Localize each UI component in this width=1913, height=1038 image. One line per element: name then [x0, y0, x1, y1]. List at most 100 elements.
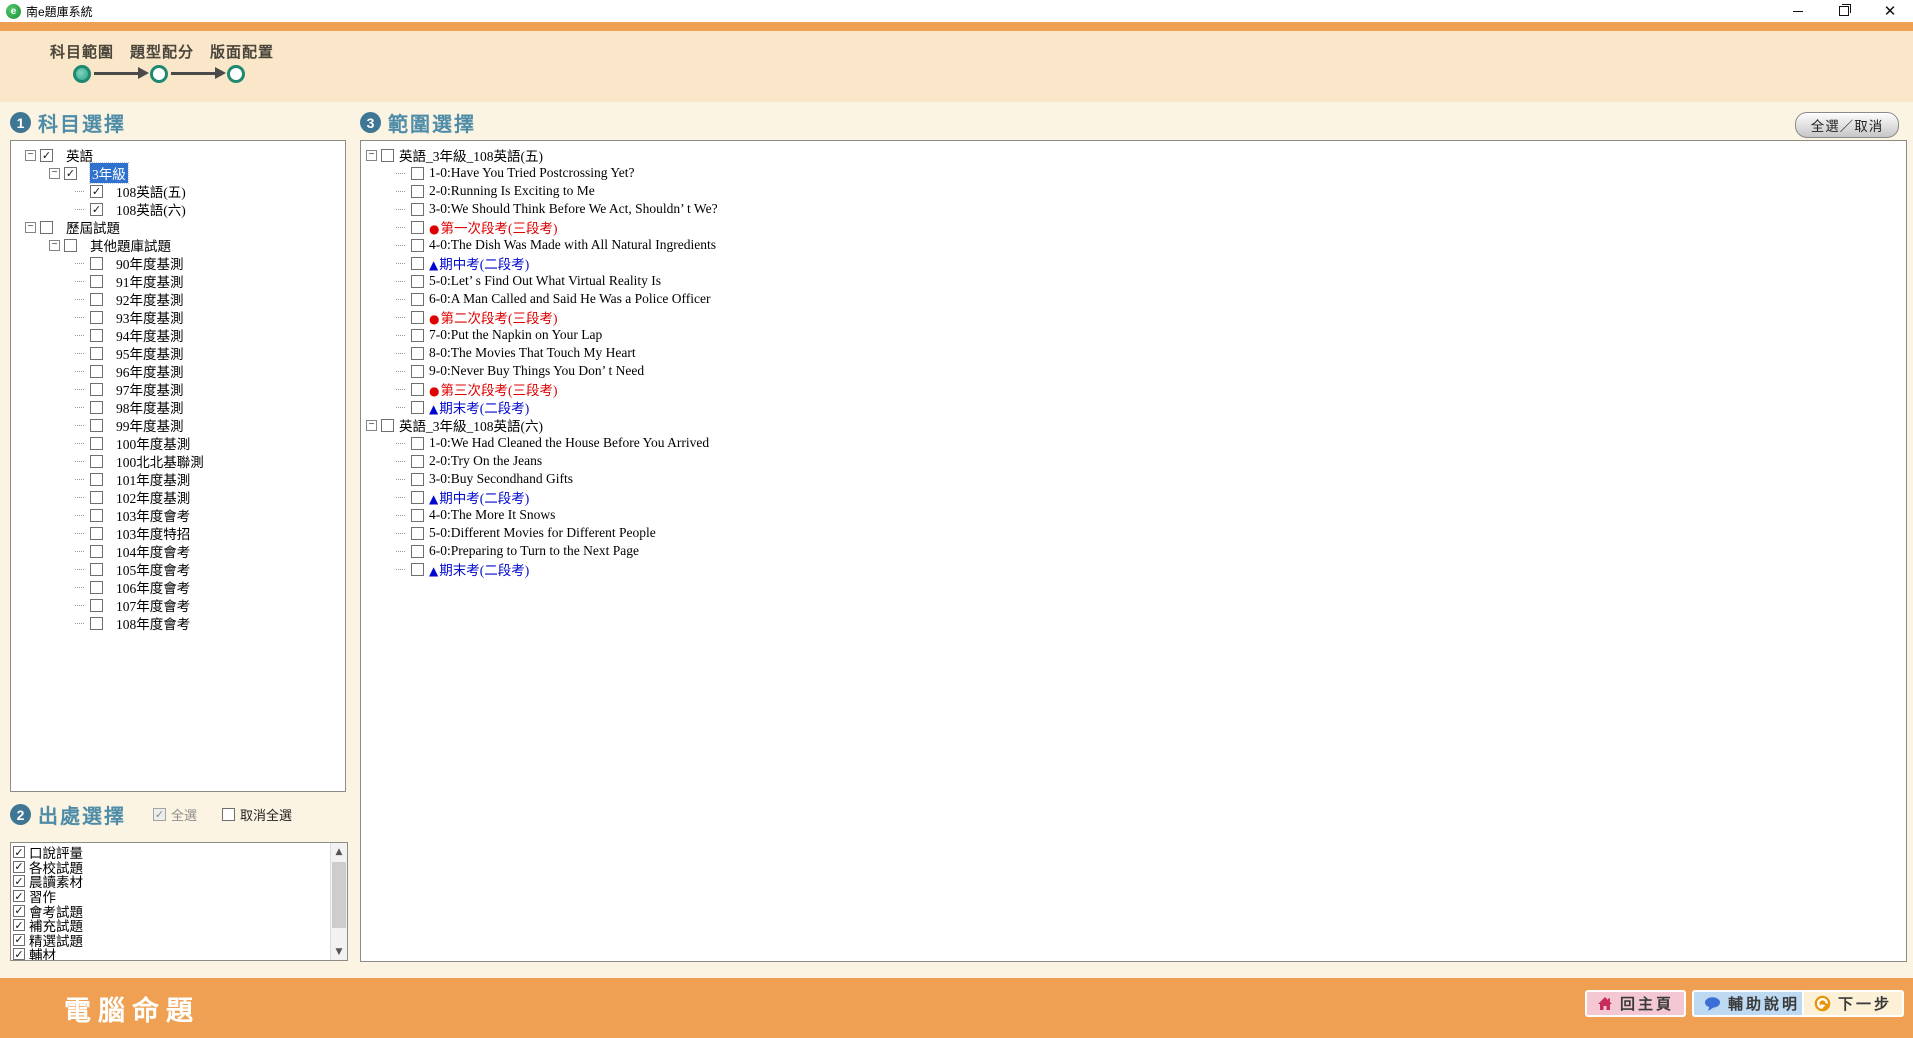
tree-node[interactable]: ●第三次段考(三段考): [361, 380, 1906, 398]
tree-node[interactable]: 100年度基測: [11, 434, 345, 452]
tree-node[interactable]: 103年度特招: [11, 524, 345, 542]
tree-node-checkbox[interactable]: [90, 437, 103, 450]
tree-node-checkbox[interactable]: [411, 365, 424, 378]
tree-node[interactable]: 4-0:The More It Snows: [361, 506, 1906, 524]
tree-node-label[interactable]: 3-0:We Should Think Before We Act, Shoul…: [429, 201, 718, 217]
tree-node[interactable]: ▲期中考(二段考): [361, 254, 1906, 272]
tree-node[interactable]: 7-0:Put the Napkin on Your Lap: [361, 326, 1906, 344]
tree-node-checkbox[interactable]: [411, 455, 424, 468]
source-item-checkbox[interactable]: [13, 948, 25, 960]
tree-node-checkbox[interactable]: [411, 275, 424, 288]
tree-node-checkbox[interactable]: [90, 419, 103, 432]
select-all-checkbox-group[interactable]: 全選: [149, 805, 197, 824]
tree-node-checkbox[interactable]: [90, 473, 103, 486]
tree-node[interactable]: 5-0:Let’ s Find Out What Virtual Reality…: [361, 272, 1906, 290]
tree-node-checkbox[interactable]: [90, 311, 103, 324]
tree-node-label[interactable]: 102年度基測: [116, 487, 190, 507]
tree-node-checkbox[interactable]: [90, 401, 103, 414]
tree-node-checkbox[interactable]: [90, 545, 103, 558]
tree-node[interactable]: ▲期末考(二段考): [361, 560, 1906, 578]
tree-node[interactable]: ▲期中考(二段考): [361, 488, 1906, 506]
tree-node[interactable]: 2-0:Try On the Jeans: [361, 452, 1906, 470]
home-button[interactable]: 回主頁: [1585, 990, 1686, 1017]
tree-node[interactable]: 英語_3年級_108英語(五): [361, 146, 1906, 164]
tree-node-label[interactable]: 99年度基測: [116, 415, 184, 435]
scroll-down-arrow-icon[interactable]: ▼: [331, 944, 347, 959]
tree-node-label[interactable]: 4-0:The More It Snows: [429, 507, 555, 523]
tree-node[interactable]: 107年度會考: [11, 596, 345, 614]
tree-node[interactable]: 歷屆試題: [11, 218, 345, 236]
deselect-all-checkbox-group[interactable]: 取消全選: [218, 805, 292, 824]
tree-node-label[interactable]: 95年度基測: [116, 343, 184, 363]
tree-node-checkbox[interactable]: [90, 581, 103, 594]
tree-node[interactable]: 1-0:Have You Tried Postcrossing Yet?: [361, 164, 1906, 182]
expand-collapse-minus-box[interactable]: [49, 240, 60, 251]
tree-node-checkbox[interactable]: [411, 383, 424, 396]
tree-node[interactable]: 101年度基測: [11, 470, 345, 488]
tree-node-label[interactable]: 英語_3年級_108英語(六): [399, 415, 543, 435]
scroll-up-arrow-icon[interactable]: ▲: [331, 844, 347, 859]
tree-node-label[interactable]: ▲期中考(二段考): [429, 253, 529, 273]
expand-collapse-minus-box[interactable]: [49, 168, 60, 179]
tree-node[interactable]: 94年度基測: [11, 326, 345, 344]
tree-node-checkbox[interactable]: [411, 221, 424, 234]
tree-node-label[interactable]: 108英語(六): [116, 199, 186, 219]
tree-node[interactable]: 5-0:Different Movies for Different Peopl…: [361, 524, 1906, 542]
tree-node[interactable]: 96年度基測: [11, 362, 345, 380]
tree-node-checkbox[interactable]: [64, 167, 77, 180]
tree-node-label[interactable]: 5-0:Let’ s Find Out What Virtual Reality…: [429, 273, 661, 289]
tree-node-label[interactable]: 6-0:A Man Called and Said He Was a Polic…: [429, 291, 710, 307]
source-item-checkbox[interactable]: [13, 919, 25, 931]
tree-node-label[interactable]: 94年度基測: [116, 325, 184, 345]
tree-node-label[interactable]: 106年度會考: [116, 577, 190, 597]
tree-node-checkbox[interactable]: [90, 275, 103, 288]
tree-node-label[interactable]: 100年度基測: [116, 433, 190, 453]
tree-node-label[interactable]: ▲期末考(二段考): [429, 397, 529, 417]
tree-node-checkbox[interactable]: [381, 149, 394, 162]
tree-node-label[interactable]: 7-0:Put the Napkin on Your Lap: [429, 327, 602, 343]
tree-node[interactable]: 104年度會考: [11, 542, 345, 560]
tree-node-label[interactable]: 2-0:Running Is Exciting to Me: [429, 183, 595, 199]
tree-node-checkbox[interactable]: [411, 239, 424, 252]
expand-collapse-minus-box[interactable]: [25, 222, 36, 233]
tree-node-label[interactable]: 108年度會考: [116, 613, 190, 633]
tree-node-label[interactable]: 100北北基聯測: [116, 451, 204, 471]
tree-node[interactable]: 3-0:Buy Secondhand Gifts: [361, 470, 1906, 488]
tree-node-checkbox[interactable]: [90, 599, 103, 612]
tree-node[interactable]: 4-0:The Dish Was Made with All Natural I…: [361, 236, 1906, 254]
source-item-checkbox[interactable]: [13, 875, 25, 887]
tree-node-checkbox[interactable]: [411, 473, 424, 486]
tree-node-checkbox[interactable]: [90, 257, 103, 270]
tree-node-checkbox[interactable]: [411, 437, 424, 450]
tree-node[interactable]: 9-0:Never Buy Things You Don’ t Need: [361, 362, 1906, 380]
tree-node-checkbox[interactable]: [411, 563, 424, 576]
tree-node-label[interactable]: 107年度會考: [116, 595, 190, 615]
tree-node[interactable]: 108英語(五): [11, 182, 345, 200]
tree-node-checkbox[interactable]: [90, 617, 103, 630]
restore-button[interactable]: [1821, 0, 1867, 22]
tree-node-checkbox[interactable]: [411, 491, 424, 504]
tree-node-checkbox[interactable]: [90, 365, 103, 378]
tree-node-label[interactable]: 英語: [66, 145, 93, 165]
tree-node[interactable]: 英語_3年級_108英語(六): [361, 416, 1906, 434]
close-button[interactable]: ✕: [1867, 0, 1913, 22]
tree-node-label[interactable]: 歷屆試題: [66, 217, 120, 237]
tree-node-label[interactable]: 91年度基測: [116, 271, 184, 291]
tree-node-label[interactable]: 8-0:The Movies That Touch My Heart: [429, 345, 636, 361]
tree-node[interactable]: 102年度基測: [11, 488, 345, 506]
tree-node-label[interactable]: 96年度基測: [116, 361, 184, 381]
tree-node-label[interactable]: 103年度特招: [116, 523, 190, 543]
source-item-checkbox[interactable]: [13, 934, 25, 946]
tree-node-checkbox[interactable]: [40, 149, 53, 162]
tree-node[interactable]: 8-0:The Movies That Touch My Heart: [361, 344, 1906, 362]
tree-node-label[interactable]: 5-0:Different Movies for Different Peopl…: [429, 525, 656, 541]
expand-collapse-minus-box[interactable]: [25, 150, 36, 161]
tree-node-label[interactable]: 2-0:Try On the Jeans: [429, 453, 542, 469]
deselect-all-checkbox[interactable]: [222, 808, 235, 821]
tree-node[interactable]: 97年度基測: [11, 380, 345, 398]
tree-node[interactable]: 105年度會考: [11, 560, 345, 578]
tree-node-checkbox[interactable]: [90, 293, 103, 306]
tree-node-label[interactable]: 英語_3年級_108英語(五): [399, 145, 543, 165]
tree-node-label[interactable]: 1-0:Have You Tried Postcrossing Yet?: [429, 165, 635, 181]
minimize-button[interactable]: [1775, 0, 1821, 22]
